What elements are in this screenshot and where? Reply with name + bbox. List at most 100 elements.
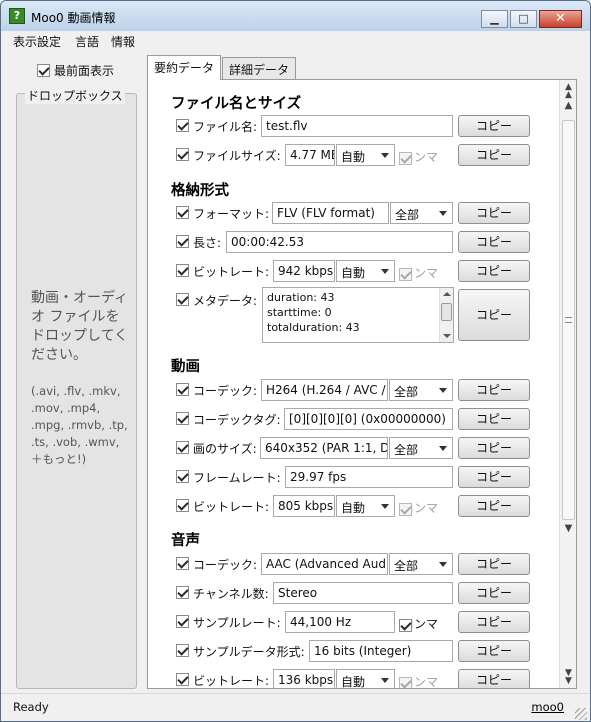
sample-rate-checkbox[interactable] [176,615,189,628]
audio-codec-field[interactable]: AAC (Advanced Audic [261,553,388,575]
video-codec-option-value: 全部 [394,385,419,399]
filesize-checkbox[interactable] [176,148,189,161]
metadata-scrollbar[interactable] [439,288,453,342]
metadata-checkbox[interactable] [176,293,189,306]
audio-bitrate-label: ビットレート: [193,674,270,688]
frame-rate-label: フレームレート: [193,471,281,485]
scroll-thumb[interactable] [441,303,452,321]
scroll-down-icon[interactable] [443,334,451,338]
audio-bitrate-field[interactable]: 136 kbps [273,669,335,688]
copy-metadata-button[interactable]: コピー [458,289,530,341]
copy-length-button[interactable]: コピー [458,231,530,253]
filesize-comma-toggle: コンマ [399,148,438,165]
copy-channels-button[interactable]: コピー [458,582,530,604]
always-on-top-toggle[interactable]: 最前面表示 [37,62,114,79]
container-bitrate-field[interactable]: 942 kbps [273,260,335,282]
video-bitrate-unit-select[interactable]: 自動 [336,495,395,517]
copy-codec-tag-button[interactable]: コピー [458,408,530,430]
container-bitrate-checkbox[interactable] [176,264,189,277]
scroll-bottom-icon[interactable]: ▼ ▼ [562,669,575,686]
minimize-button[interactable]: ▁ [481,10,508,28]
filename-field[interactable]: test.flv [261,115,453,137]
copy-sample-format-button[interactable]: コピー [458,640,530,662]
maximize-icon: □ [518,12,529,25]
filename-checkbox[interactable] [176,119,189,132]
frame-size-option-select[interactable]: 全部 [389,437,453,459]
menu-language[interactable]: 言語 [75,33,99,50]
video-bitrate-comma-toggle: コンマ [399,499,438,516]
copy-video-codec-button[interactable]: コピー [458,379,530,401]
container-bitrate-unit-select[interactable]: 自動 [336,260,395,282]
copy-format-button[interactable]: コピー [458,202,530,224]
copy-frame-rate-button[interactable]: コピー [458,466,530,488]
channels-checkbox[interactable] [176,586,189,599]
status-bar: Ready moo0 [1,693,590,721]
copy-container-bitrate-button[interactable]: コピー [458,260,530,282]
sample-rate-comma-checkbox[interactable] [399,619,412,632]
frame-size-option-value: 全部 [394,443,419,457]
video-bitrate-field[interactable]: 805 kbps [273,495,335,517]
filesize-unit-value: 自動 [341,150,366,164]
audio-bitrate-unit-select[interactable]: 自動 [336,669,395,688]
format-field[interactable]: FLV (FLV format) [272,202,389,224]
frame-rate-checkbox[interactable] [176,470,189,483]
sample-format-checkbox[interactable] [176,644,189,657]
section-audio-title: 音声 [171,533,200,549]
tab-details[interactable]: 詳細データ [222,57,297,79]
scroll-down-icon[interactable]: ▼ [562,523,575,536]
audio-codec-checkbox[interactable] [176,557,189,570]
copy-filesize-button[interactable]: コピー [458,144,530,166]
channels-field[interactable]: Stereo [273,582,453,604]
summary-panel: ファイル名とサイズ ファイル名: test.flv コピー ファイルサイズ: 4… [147,79,577,689]
title-bar[interactable]: ? Moo0 動画情報 ▁ □ ✕ [1,1,590,31]
filesize-unit-select[interactable]: 自動 [336,144,395,166]
close-button[interactable]: ✕ [539,10,582,28]
audio-bitrate-checkbox[interactable] [176,673,189,686]
format-option-select[interactable]: 全部 [390,202,453,224]
app-icon[interactable]: ? [9,8,25,24]
video-codec-checkbox[interactable] [176,383,189,396]
scroll-up-icon[interactable] [443,292,451,296]
format-checkbox[interactable] [176,206,189,219]
copy-frame-size-button[interactable]: コピー [458,437,530,459]
always-on-top-checkbox[interactable] [37,64,50,77]
copy-audio-codec-button[interactable]: コピー [458,553,530,575]
codec-tag-checkbox[interactable] [176,412,189,425]
tab-summary[interactable]: 要約データ [147,55,222,80]
filesize-field[interactable]: 4.77 MB [285,144,335,166]
audio-codec-option-select[interactable]: 全部 [389,553,453,575]
video-codec-option-select[interactable]: 全部 [389,379,453,401]
resize-grip-icon[interactable] [575,708,587,720]
scroll-top-icon[interactable]: ▲ ▲ [562,83,575,100]
menu-display-settings[interactable]: 表示設定 [13,33,61,50]
maximize-button[interactable]: □ [510,10,537,28]
copy-sample-rate-button[interactable]: コピー [458,611,530,633]
scroll-up-icon[interactable]: ▲ [562,100,575,113]
sample-rate-field[interactable]: 44,100 Hz [285,611,395,633]
section-file-title: ファイル名とサイズ [171,96,302,112]
frame-size-field[interactable]: 640x352 (PAR 1:1, DAR [260,437,388,459]
copy-audio-bitrate-button[interactable]: コピー [458,669,530,688]
length-checkbox[interactable] [176,235,189,248]
close-icon: ✕ [555,11,566,26]
frame-rate-field[interactable]: 29.97 fps [285,466,453,488]
codec-tag-field[interactable]: [0][0][0][0] (0x00000000) [284,408,453,430]
copy-filename-button[interactable]: コピー [458,115,530,137]
length-field[interactable]: 00:00:42.53 [226,231,453,253]
sample-format-field[interactable]: 16 bits (Integer) [309,640,453,662]
menu-info[interactable]: 情報 [111,33,135,50]
container-bitrate-label: ビットレート: [193,265,270,279]
metadata-label: メタデータ: [193,294,258,308]
sample-rate-comma-toggle[interactable]: コンマ [399,615,438,632]
sample-rate-label: サンプルレート: [193,616,281,630]
video-bitrate-checkbox[interactable] [176,499,189,512]
frame-size-checkbox[interactable] [176,441,189,454]
scroll-thumb[interactable] [562,120,575,520]
copy-video-bitrate-button[interactable]: コピー [458,495,530,517]
panel-scrollbar[interactable]: ▲ ▲ ▲ ▼ ▼ ▼ [559,80,576,688]
metadata-textarea[interactable]: duration: 43 starttime: 0 totalduration:… [262,287,454,343]
drop-box[interactable]: ドロップボックス 動画・オーディオ ファイルをドロップしてください。 (.avi… [16,87,137,689]
moo0-link[interactable]: moo0 [531,700,564,714]
chevron-down-icon [439,388,447,393]
video-codec-field[interactable]: H264 (H.264 / AVC / M [261,379,388,401]
